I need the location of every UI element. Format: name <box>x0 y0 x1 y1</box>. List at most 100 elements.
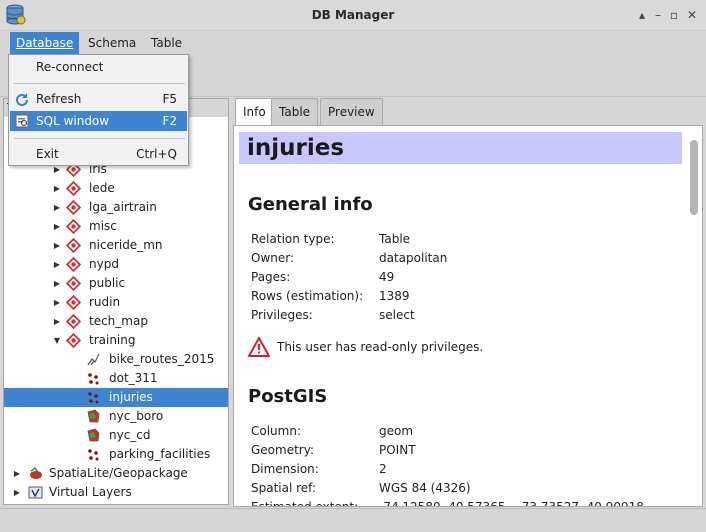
point-layer-icon <box>88 373 99 385</box>
expand-arrow-icon[interactable]: ▶ <box>52 179 62 198</box>
table-name-heading: injuries <box>239 132 682 164</box>
info-value: 49 <box>379 270 395 284</box>
menu-bar: Database Schema Table <box>0 31 706 55</box>
tree-schema-misc[interactable]: ▶ misc <box>4 217 228 236</box>
schema-icon <box>66 200 81 215</box>
tree-item-label: dot_311 <box>109 371 158 385</box>
info-row: Dimension: 2 <box>251 462 387 476</box>
expand-arrow-icon[interactable]: ▶ <box>52 293 62 312</box>
tree-item-label: public <box>89 276 126 290</box>
tree-schema-lede[interactable]: ▶ lede <box>4 179 228 198</box>
tree-item-label: Virtual Layers <box>49 485 132 499</box>
tree-schema-niceride_mn[interactable]: ▶ niceride_mn <box>4 236 228 255</box>
expand-arrow-icon[interactable]: ▶ <box>52 255 62 274</box>
tree-schema-tech_map[interactable]: ▶ tech_map <box>4 312 228 331</box>
menu-item-sql-window[interactable]: SQL window F2 <box>10 111 187 131</box>
expand-arrow-icon[interactable]: ▶ <box>52 198 62 217</box>
info-key: Rows (estimation): <box>251 289 364 303</box>
expand-arrow-icon[interactable]: ▶ <box>12 483 22 502</box>
info-panel: Info Table Preview injuries General info… <box>233 98 703 507</box>
info-row: Pages: 49 <box>251 270 394 284</box>
window-title: DB Manager <box>311 8 395 22</box>
info-row: Geometry: POINT <box>251 443 416 457</box>
schema-icon <box>66 238 81 253</box>
info-key: Column: <box>251 424 301 438</box>
virtual-layers-icon <box>28 486 43 499</box>
info-key: Estimated extent: <box>251 500 359 507</box>
tree-item-label: lede <box>89 181 115 195</box>
tree-table-dot_311[interactable]: dot_311 <box>4 369 228 388</box>
info-content: injuries General info Relation type: Tabl… <box>233 125 703 507</box>
info-value: 2 <box>379 462 387 476</box>
tree-item-label: bike_routes_2015 <box>109 352 215 366</box>
tree-schema-lga_airtrain[interactable]: ▶ lga_airtrain <box>4 198 228 217</box>
maximize-icon[interactable]: ▫ <box>666 7 682 23</box>
minimize-icon[interactable]: – <box>650 7 666 23</box>
tab-table[interactable]: Table <box>271 98 319 125</box>
tab-preview[interactable]: Preview <box>320 98 383 125</box>
polygon-layer-icon <box>87 428 100 442</box>
info-key: Geometry: <box>251 443 315 457</box>
expand-arrow-icon[interactable]: ▶ <box>52 236 62 255</box>
schema-icon <box>66 257 81 272</box>
close-icon[interactable]: ✕ <box>684 7 700 23</box>
tree-schema-nypd[interactable]: ▶ nypd <box>4 255 228 274</box>
menu-database[interactable]: Database <box>10 32 80 54</box>
scrollbar-thumb[interactable] <box>690 140 698 215</box>
menu-item-exit[interactable]: Exit Ctrl+Q <box>10 144 187 164</box>
tree-item-label: training <box>89 333 136 347</box>
info-value: 1389 <box>379 289 410 303</box>
schema-icon <box>66 314 81 329</box>
info-value: WGS 84 (4326) <box>379 481 471 495</box>
tree-table-nyc_boro[interactable]: nyc_boro <box>4 407 228 426</box>
tree-table-parking_facilities[interactable]: parking_facilities <box>4 445 228 464</box>
schema-icon <box>66 181 81 196</box>
tree-item-label: nypd <box>89 257 119 271</box>
menu-separator <box>14 83 185 84</box>
expand-arrow-icon[interactable]: ▶ <box>52 217 62 236</box>
tree-item-label: niceride_mn <box>89 238 163 252</box>
expand-arrow-icon[interactable]: ▶ <box>52 274 62 293</box>
collapse-icon[interactable]: ▴ <box>634 7 650 23</box>
schema-icon <box>66 276 81 291</box>
tree-table-bike_routes_2015[interactable]: bike_routes_2015 <box>4 350 228 369</box>
menu-item-reconnect[interactable]: Re-connect <box>10 57 187 77</box>
info-key: Dimension: <box>251 462 319 476</box>
refresh-icon <box>16 93 28 106</box>
menu-table[interactable]: Table <box>145 32 188 54</box>
tree-item-label: rudin <box>89 295 121 309</box>
menu-schema[interactable]: Schema <box>82 32 142 54</box>
tree-item-label: nyc_cd <box>109 428 151 442</box>
menu-separator <box>14 138 185 139</box>
database-menu-dropdown: Re-connect Refresh F5 SQL window F2 Exit… <box>8 54 189 166</box>
tab-info[interactable]: Info <box>235 98 274 125</box>
collapse-arrow-icon[interactable]: ▼ <box>52 331 62 350</box>
info-row: Column: geom <box>251 424 413 438</box>
menu-item-refresh[interactable]: Refresh F5 <box>10 89 187 109</box>
tree-schema-public[interactable]: ▶ public <box>4 274 228 293</box>
status-bar <box>0 508 706 532</box>
info-row: Estimated extent: -74.12580, 40.57365 - -… <box>251 500 644 507</box>
tree-provider-0[interactable]: ▶ SpatiaLite/Geopackage <box>4 464 228 483</box>
info-key: Privileges: <box>251 308 313 322</box>
tree-provider-1[interactable]: ▶ Virtual Layers <box>4 483 228 502</box>
expand-arrow-icon[interactable]: ▶ <box>52 312 62 331</box>
info-key: Pages: <box>251 270 291 284</box>
info-value: datapolitan <box>379 251 448 265</box>
spatialite-icon <box>30 467 42 479</box>
postgis-heading: PostGIS <box>248 386 328 407</box>
polygon-layer-icon <box>87 409 100 423</box>
vertical-scrollbar[interactable] <box>688 132 700 502</box>
warning-icon <box>248 337 270 357</box>
info-value: geom <box>379 424 414 438</box>
tree-table-nyc_cd[interactable]: nyc_cd <box>4 426 228 445</box>
info-value: Table <box>379 232 411 246</box>
tree-table-injuries[interactable]: injuries <box>4 388 228 407</box>
tree-schema-rudin[interactable]: ▶ rudin <box>4 293 228 312</box>
read-only-warning: This user has read-only privileges. <box>277 340 484 354</box>
info-value: select <box>379 308 415 322</box>
tree-schema-training[interactable]: ▼ training <box>4 331 228 350</box>
info-row: Relation type: Table <box>251 232 410 246</box>
info-row: Privileges: select <box>251 308 415 322</box>
expand-arrow-icon[interactable]: ▶ <box>12 464 22 483</box>
